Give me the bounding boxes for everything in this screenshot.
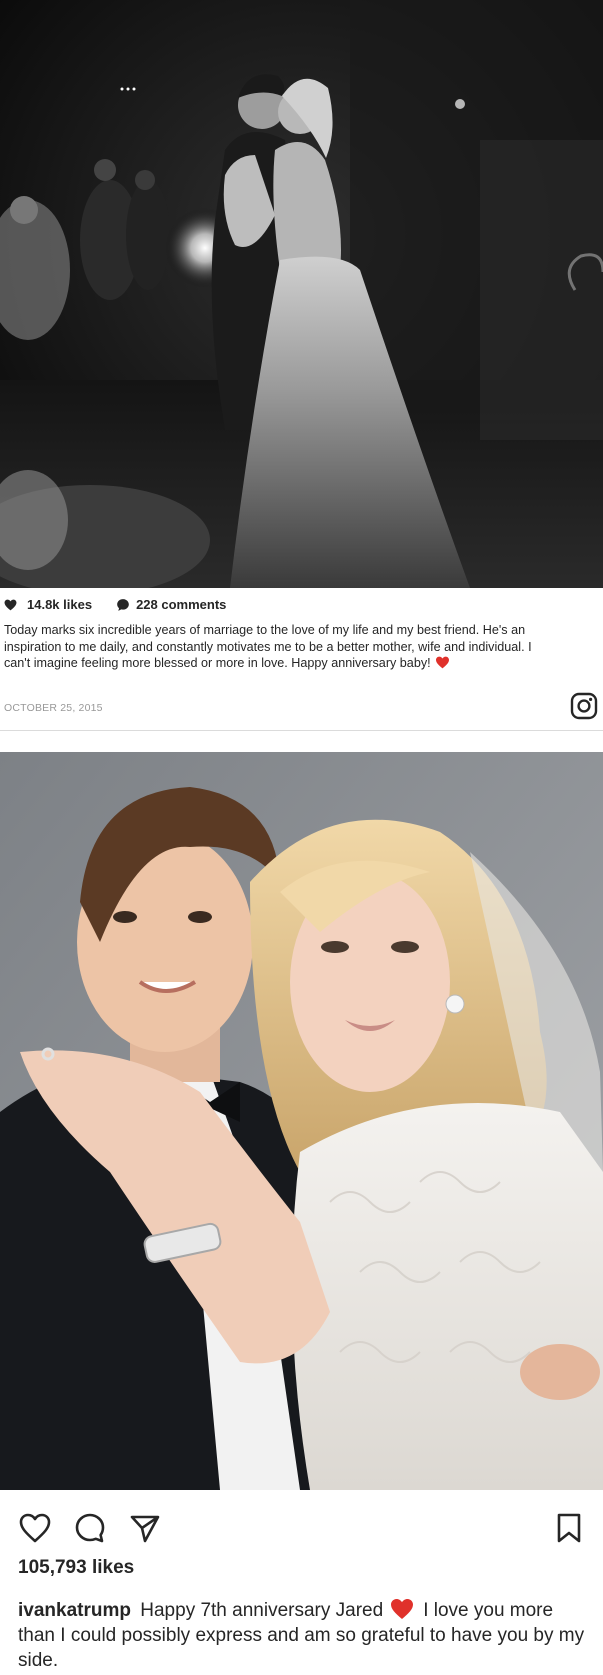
- red-heart-emoji-icon: [389, 1598, 415, 1620]
- bottom-post-photo: [0, 752, 603, 1490]
- post-separator: [0, 731, 603, 752]
- bottom-post-caption: ivankatrump Happy 7th anniversary Jared I…: [18, 1598, 588, 1673]
- caption-text-before-emoji: Happy 7th anniversary Jared: [140, 1600, 384, 1621]
- heart-icon: [4, 599, 17, 611]
- top-post-photo: [0, 0, 603, 588]
- post-action-bar: [0, 1490, 603, 1566]
- bottom-post-likes[interactable]: 105,793 likes: [18, 1557, 134, 1579]
- comment-outline-icon[interactable]: [73, 1511, 107, 1545]
- top-post-meta: 14.8k likes 228 comments Today marks six…: [0, 588, 603, 731]
- red-heart-emoji-icon: [435, 656, 450, 669]
- top-post-date: OCTOBER 25, 2015: [4, 702, 103, 714]
- top-post-caption-text: Today marks six incredible years of marr…: [4, 623, 532, 671]
- top-post-stats: 14.8k likes 228 comments: [4, 597, 226, 612]
- heart-outline-icon[interactable]: [18, 1511, 52, 1545]
- top-post-comments[interactable]: 228 comments: [136, 597, 226, 612]
- comment-bubble-icon: [116, 598, 130, 612]
- send-paper-plane-icon[interactable]: [128, 1511, 162, 1545]
- top-post-likes[interactable]: 14.8k likes: [27, 597, 92, 612]
- top-post-caption: Today marks six incredible years of marr…: [4, 622, 544, 672]
- instagram-logo-icon: [570, 692, 598, 720]
- bookmark-outline-icon[interactable]: [552, 1511, 586, 1545]
- username-link[interactable]: ivankatrump: [18, 1600, 131, 1621]
